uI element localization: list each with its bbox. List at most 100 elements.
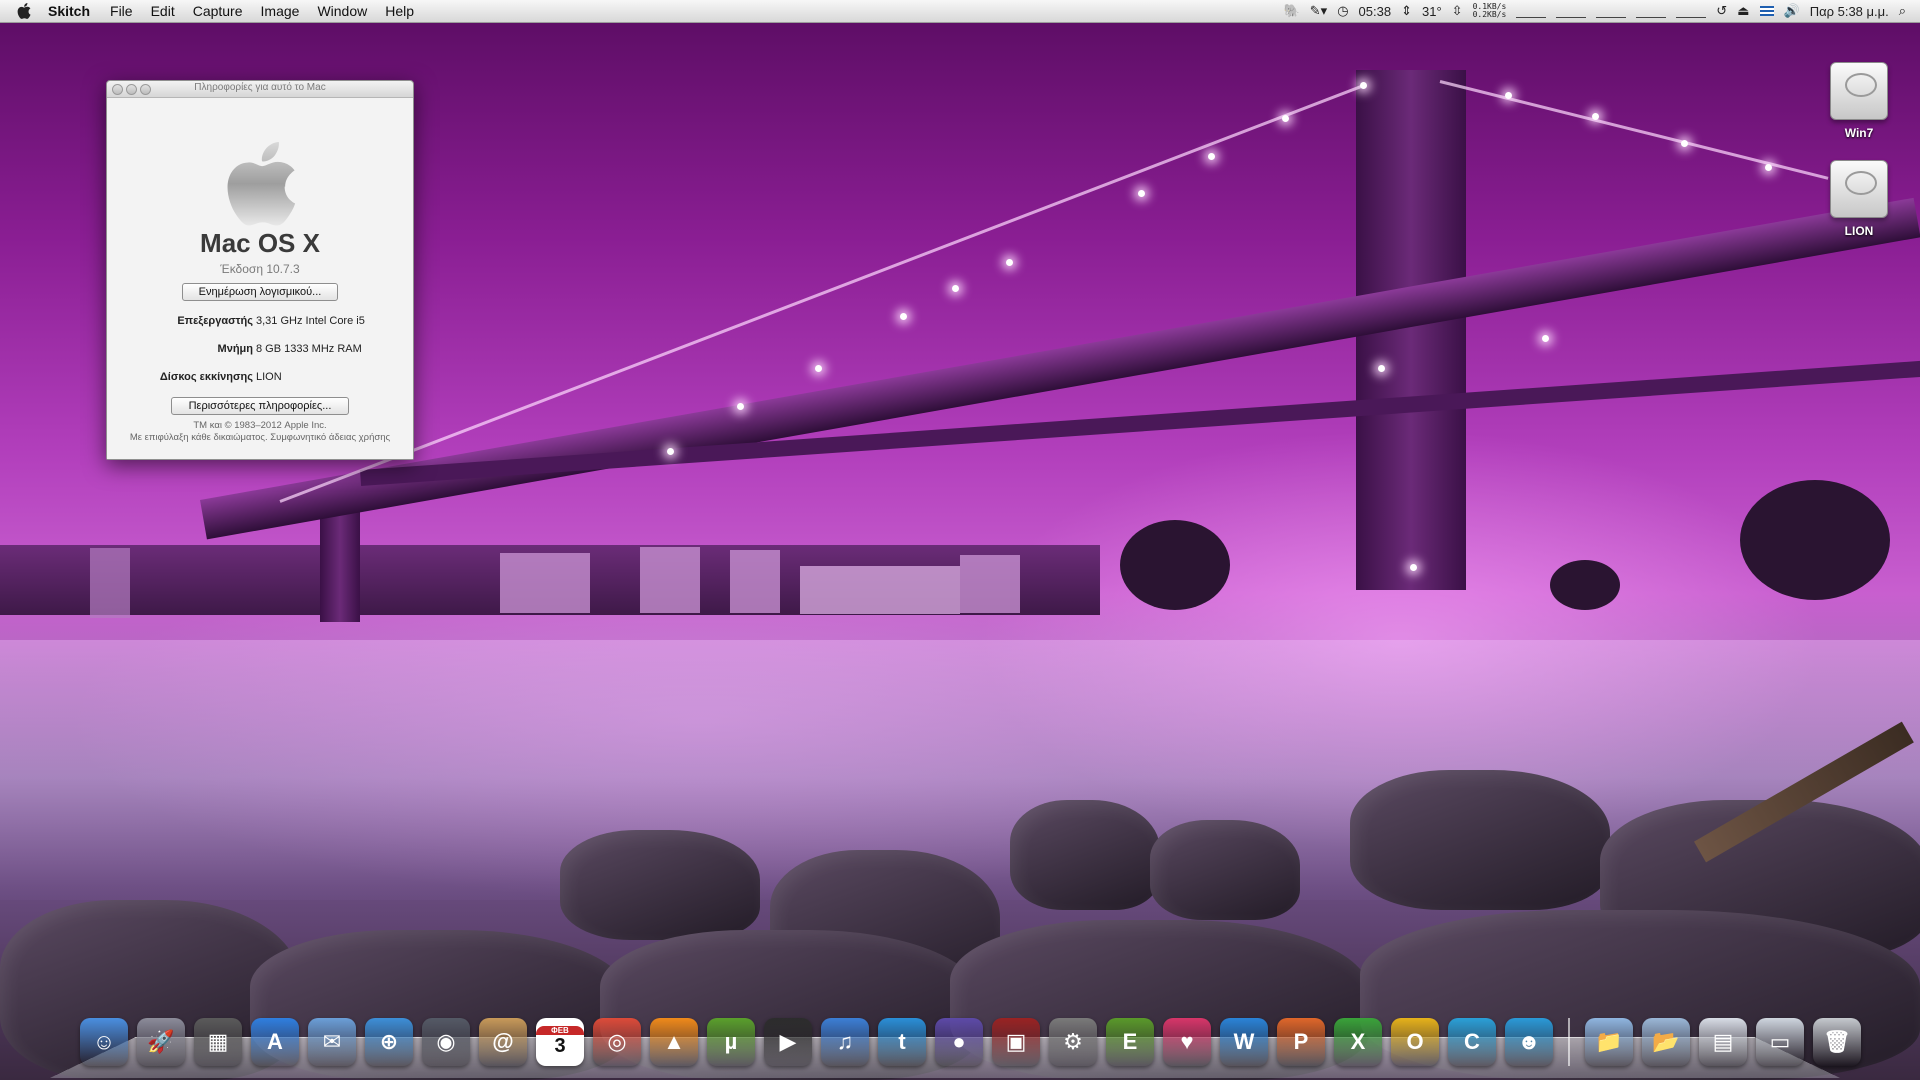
more-info-button[interactable]: Περισσότερες πληροφορίες... xyxy=(171,397,349,415)
software-update-button[interactable]: Ενημέρωση λογισμικού... xyxy=(182,283,338,301)
dock-dvd-player-icon[interactable]: ▶ xyxy=(764,1018,812,1066)
evernote-clip-icon[interactable]: ✎▾ xyxy=(1310,3,1327,19)
eject-icon[interactable]: ⏏ xyxy=(1737,3,1749,19)
bridge-deck xyxy=(200,197,1920,540)
window-titlebar[interactable]: Πληροφορίες για αυτό το Mac xyxy=(107,81,413,98)
window-title: Πληροφορίες για αυτό το Mac xyxy=(194,82,326,93)
dock-evernote-icon[interactable]: E xyxy=(1106,1018,1154,1066)
bridge-light xyxy=(1360,82,1367,89)
disk-graph[interactable] xyxy=(1636,5,1667,18)
hard-drive-icon xyxy=(1830,62,1888,120)
dock-address-book-icon[interactable]: @ xyxy=(479,1018,527,1066)
dock-facetime-icon[interactable]: ◉ xyxy=(422,1018,470,1066)
network-graph[interactable] xyxy=(1516,5,1547,18)
legal-text: TM και © 1983–2012 Apple Inc. Με επιφύλα… xyxy=(117,420,403,444)
memory-value: 8 GB 1333 MHz RAM xyxy=(256,343,362,355)
sensor-graph[interactable] xyxy=(1676,5,1707,18)
menu-file[interactable]: File xyxy=(110,0,133,22)
thermometer-icon: ⇕ xyxy=(1401,3,1412,18)
dock-outlook-icon[interactable]: O xyxy=(1391,1018,1439,1066)
dock-messenger-icon[interactable]: ☻ xyxy=(1505,1018,1553,1066)
memory-graph[interactable] xyxy=(1596,5,1627,18)
small-clock[interactable]: 05:38 xyxy=(1359,4,1392,19)
dock-utorrent-icon[interactable]: µ xyxy=(707,1018,755,1066)
dock-powerpoint-icon[interactable]: P xyxy=(1277,1018,1325,1066)
dock-ical-icon[interactable]: ΦΕΒ 3 xyxy=(536,1018,584,1066)
dock-trash-icon[interactable]: 🗑 xyxy=(1813,1018,1861,1066)
tree xyxy=(1550,560,1620,610)
window-body: Mac OS X Έκδοση 10.7.3 Ενημέρωση λογισμι… xyxy=(107,98,413,459)
building xyxy=(960,555,1020,613)
building xyxy=(500,553,590,613)
evernote-status-icon[interactable]: 🐘 xyxy=(1284,3,1300,19)
dock-photo-slideshow-icon[interactable]: ▣ xyxy=(992,1018,1040,1066)
time-machine-icon[interactable]: ↺ xyxy=(1716,3,1727,19)
dock-documents-folder-icon[interactable]: 📂 xyxy=(1642,1018,1690,1066)
apple-logo-icon xyxy=(227,142,296,226)
bridge-light xyxy=(815,365,822,372)
dock-twitter-icon[interactable]: t xyxy=(878,1018,926,1066)
greek-flag-icon[interactable] xyxy=(1759,6,1774,16)
dock-chrome-window-icon[interactable]: ▭ xyxy=(1756,1018,1804,1066)
dock-mail-icon[interactable]: ✉ xyxy=(308,1018,356,1066)
bridge-light xyxy=(1378,365,1385,372)
copyright-line: TM και © 1983–2012 Apple Inc. xyxy=(193,420,327,431)
menu-help[interactable]: Help xyxy=(385,0,414,22)
dock-safari-icon[interactable]: ⊕ xyxy=(365,1018,413,1066)
bridge-light xyxy=(1138,190,1145,197)
dock-communicator-icon[interactable]: C xyxy=(1448,1018,1496,1066)
bridge-light xyxy=(1208,153,1215,160)
menubar-clock[interactable]: Παρ 5:38 μ.μ. xyxy=(1810,4,1889,19)
net-speed[interactable]: 0.1KB/s 0.2KB/s xyxy=(1473,3,1507,19)
bridge-light xyxy=(1006,259,1013,266)
temperature[interactable]: 31° xyxy=(1422,4,1442,19)
menu-image[interactable]: Image xyxy=(261,0,300,22)
bridge-light xyxy=(1282,115,1289,122)
volume-icon[interactable]: 🔊 xyxy=(1784,3,1800,19)
processor-label: Επεξεργαστής xyxy=(177,315,253,327)
os-version: Έκδοση 10.7.3 xyxy=(220,262,300,276)
drive-label: Win7 xyxy=(1844,126,1874,140)
startup-disk-value: LION xyxy=(256,371,282,383)
dock-heart-app-icon[interactable]: ♥ xyxy=(1163,1018,1211,1066)
calendar-month: ΦΕΒ xyxy=(536,1026,584,1035)
menu-edit[interactable]: Edit xyxy=(151,0,175,22)
bridge-deck-lower xyxy=(360,358,1920,486)
memory-label: Μνήμη xyxy=(217,343,253,355)
bridge-light xyxy=(1505,92,1512,99)
drive-win7[interactable]: Win7 xyxy=(1824,62,1894,140)
dock-chrome-icon[interactable]: ◎ xyxy=(593,1018,641,1066)
dock-itunes-icon[interactable]: ♫ xyxy=(821,1018,869,1066)
cpu-graph[interactable] xyxy=(1556,5,1587,18)
dock-document-stack-icon[interactable]: ▤ xyxy=(1699,1018,1747,1066)
dock-system-preferences-icon[interactable]: ⚙ xyxy=(1049,1018,1097,1066)
status-area: 🐘 ✎▾ ◷ 05:38 ⇕ 31° ⇳ 0.1KB/s 0.2KB/s ↺ ⏏… xyxy=(1284,0,1906,22)
bridge-light xyxy=(737,403,744,410)
dock-photo-booth-icon[interactable]: ▦ xyxy=(194,1018,242,1066)
calendar-day: 3 xyxy=(554,1035,566,1057)
dock-network-globe-icon[interactable]: ● xyxy=(935,1018,983,1066)
dock-word-icon[interactable]: W xyxy=(1220,1018,1268,1066)
dock-launchpad-icon[interactable]: 🚀 xyxy=(137,1018,185,1066)
building xyxy=(800,566,960,614)
app-menu[interactable]: Skitch xyxy=(48,0,90,22)
drive-label: LION xyxy=(1844,224,1874,238)
bridge-light xyxy=(1765,164,1772,171)
menu-window[interactable]: Window xyxy=(317,0,367,22)
dock-excel-icon[interactable]: X xyxy=(1334,1018,1382,1066)
building xyxy=(730,550,780,613)
bridge-light xyxy=(952,285,959,292)
dock-vlc-icon[interactable]: ▲ xyxy=(650,1018,698,1066)
tree xyxy=(1740,480,1890,600)
apple-menu-icon[interactable] xyxy=(14,1,34,21)
dock-app-store-icon[interactable]: A xyxy=(251,1018,299,1066)
license-line[interactable]: Με επιφύλαξη κάθε δικαιώματος. Συμφωνητι… xyxy=(117,432,403,444)
menu-capture[interactable]: Capture xyxy=(193,0,243,22)
clock-icon[interactable]: ◷ xyxy=(1337,3,1348,19)
dock-finder-icon[interactable]: ☺ xyxy=(80,1018,128,1066)
drive-lion[interactable]: LION xyxy=(1824,160,1894,238)
updown-icon: ⇳ xyxy=(1451,3,1463,18)
dock-applications-folder-icon[interactable]: 📁 xyxy=(1585,1018,1633,1066)
spotlight-icon[interactable]: ⌕ xyxy=(1899,3,1906,19)
info-row-startup-disk: Δίσκος εκκίνησης LION xyxy=(107,371,413,385)
